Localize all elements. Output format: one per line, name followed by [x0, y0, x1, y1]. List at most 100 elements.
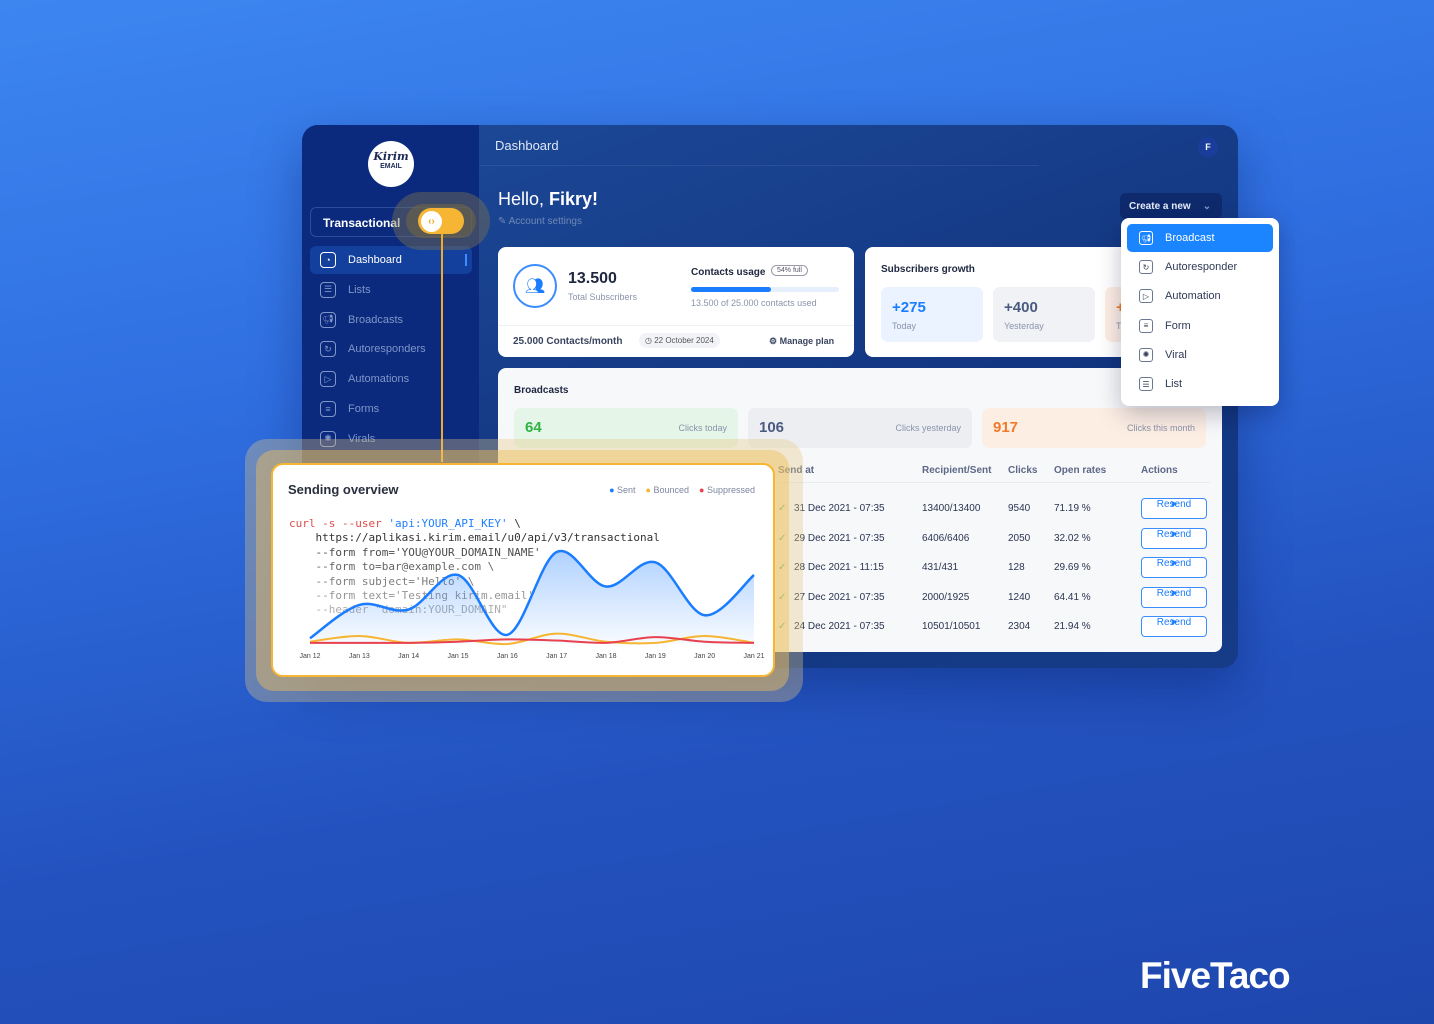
table-row: ✓ 31 Dec 2021 - 07:35 13400/13400 9540 71.19… [778, 498, 1218, 523]
menu-item-automation[interactable]: ▷ Automation [1127, 282, 1273, 310]
list-icon: ☰ [320, 281, 336, 298]
usage-bar-fill [691, 287, 771, 292]
table-row: ✓ 29 Dec 2021 - 07:35 6406/6406 2050 32.02 %… [778, 527, 1218, 553]
click-label: Clicks yesterday [895, 423, 961, 433]
table-row: ✓ 27 Dec 2021 - 07:35 2000/1925 1240 64.41 %… [778, 586, 1218, 612]
menu-item-form[interactable]: ≡ Form [1127, 312, 1273, 340]
click-label: Clicks this month [1126, 423, 1195, 433]
manage-plan-link[interactable]: ⚙ Manage plan [769, 336, 834, 347]
x-tick-label: Jan 14 [398, 653, 419, 660]
menu-item-label: Autoresponder [1165, 261, 1238, 274]
x-tick-label: Jan 12 [299, 653, 320, 660]
megaphone-icon: 📢︎ [320, 311, 336, 328]
chevron-down-icon: ⌄ [1202, 201, 1212, 212]
resend-button[interactable]: ➤ Resend [1141, 498, 1207, 519]
open-rate: 21.94 % [1054, 621, 1091, 632]
dashboard-icon: ◔ [320, 252, 336, 268]
sidebar-item-label: Broadcasts [348, 313, 404, 326]
x-tick-label: Jan 18 [595, 653, 616, 660]
resend-button[interactable]: ➤ Resend [1141, 527, 1207, 549]
resend-button[interactable]: ➤ Resend [1141, 586, 1207, 608]
plan-label: 25.000 Contacts/month [513, 336, 623, 347]
sidebar-item-automations[interactable]: ▷ Automations [310, 365, 472, 393]
recipients: 13400/13400 [922, 503, 981, 514]
growth-card: +275 Today [881, 287, 983, 342]
autoresponder-icon: ↻ [1139, 260, 1153, 275]
growth-value: +400 [1004, 299, 1038, 316]
recipients: 2000/1925 [922, 591, 970, 603]
click-stat: 917 Clicks this month [982, 408, 1206, 448]
x-tick-label: Jan 17 [546, 653, 567, 660]
autoresponder-icon: ↻ [320, 341, 336, 358]
clicks: 128 [1008, 562, 1025, 573]
create-new-menu: 📢︎ Broadcast ↻ Autoresponder ▷ Automation ≡ For… [1121, 218, 1279, 406]
clock-icon: ◷ [645, 336, 655, 345]
resend-label: Resend [1156, 587, 1192, 599]
clicks: 9540 [1008, 503, 1031, 514]
resend-label: Resend [1156, 617, 1192, 628]
x-tick-label: Jan 19 [645, 653, 666, 660]
clicks: 1240 [1008, 591, 1031, 603]
growth-card: +400 Yesterday [993, 287, 1095, 342]
menu-item-viral[interactable]: ✺ Viral [1127, 341, 1273, 369]
create-new-button[interactable]: Create a new ⌄ [1120, 193, 1222, 219]
usage-bar [691, 287, 839, 292]
click-value: 106 [759, 419, 785, 436]
column-header: Clicks [1008, 465, 1038, 476]
open-rate: 32.02 % [1054, 532, 1091, 544]
usage-badge: 54% full [771, 265, 808, 276]
automation-icon: ▷ [1139, 289, 1153, 304]
open-rate: 71.19 % [1054, 503, 1091, 514]
sidebar-item-autoresponders[interactable]: ↻ Autoresponders [310, 335, 472, 363]
sent-at: 27 Dec 2021 - 07:35 [794, 591, 885, 603]
menu-item-list[interactable]: ☰ List [1127, 370, 1273, 398]
growth-value: +275 [892, 299, 926, 316]
broadcasts-title: Broadcasts [514, 385, 569, 396]
resend-button[interactable]: ➤ Resend [1141, 557, 1207, 578]
x-tick-label: Jan 13 [349, 653, 370, 660]
open-rate: 64.41 % [1054, 591, 1091, 603]
divider [778, 482, 1210, 483]
greeting: Hello, Fikry! [498, 189, 599, 209]
form-icon: ≡ [320, 401, 336, 417]
sidebar-item-label: Lists [348, 283, 371, 296]
column-header: Open rates [1054, 465, 1107, 476]
x-tick-label: Jan 21 [743, 653, 764, 660]
sidebar-item-label: Forms [348, 403, 380, 415]
code-icon: ‹› [421, 211, 442, 232]
sidebar-item-label: Dashboard [348, 254, 402, 266]
table-row: ✓ 24 Dec 2021 - 07:35 10501/10501 2304 21.94… [778, 616, 1218, 641]
sidebar-item-dashboard[interactable]: ◔ Dashboard [310, 246, 472, 274]
sidebar-item-lists[interactable]: ☰ Lists [310, 276, 472, 304]
click-value: 64 [525, 419, 542, 436]
click-label: Clicks today [678, 423, 727, 433]
column-header: Recipient/Sent [922, 465, 992, 476]
sending-overview-card: Sending overview ● Sent ● Bounced ● Suppre… [271, 463, 775, 677]
recipients: 10501/10501 [922, 621, 981, 632]
sent-at: 24 Dec 2021 - 07:35 [794, 621, 885, 632]
sidebar-item-broadcasts[interactable]: 📢︎ Broadcasts [310, 306, 472, 334]
sidebar-item-forms[interactable]: ≡ Forms [310, 395, 472, 423]
menu-item-label: Automation [1165, 290, 1221, 303]
recipients: 431/431 [922, 562, 959, 573]
recipients: 6406/6406 [922, 532, 970, 544]
resend-button[interactable]: ➤ Resend [1141, 616, 1207, 637]
form-icon: ≡ [1139, 318, 1153, 333]
subscribers-growth-card: Subscribers growth +275 Today +400 Yesterda… [865, 247, 1165, 357]
open-rate: 29.69 % [1054, 562, 1091, 573]
menu-item-autoresponder[interactable]: ↻ Autoresponder [1127, 253, 1273, 281]
viral-icon: ✺ [1139, 347, 1153, 362]
sent-at: 29 Dec 2021 - 07:35 [794, 532, 885, 544]
sent-at: 28 Dec 2021 - 11:15 [794, 562, 884, 573]
avatar[interactable]: F [1198, 137, 1218, 157]
connector-line [441, 232, 443, 462]
usage-text: 13.500 of 25.000 contacts used [691, 298, 817, 308]
total-subscribers: 13.500 [568, 270, 617, 287]
account-settings-link[interactable]: ✎ Account settings [498, 216, 582, 227]
menu-item-label: Form [1165, 319, 1191, 332]
clicks: 2050 [1008, 532, 1031, 544]
users-icon: 👥︎ [513, 264, 557, 308]
menu-item-label: Viral [1165, 348, 1187, 361]
active-indicator [465, 254, 467, 266]
menu-item-broadcast[interactable]: 📢︎ Broadcast [1127, 224, 1273, 252]
